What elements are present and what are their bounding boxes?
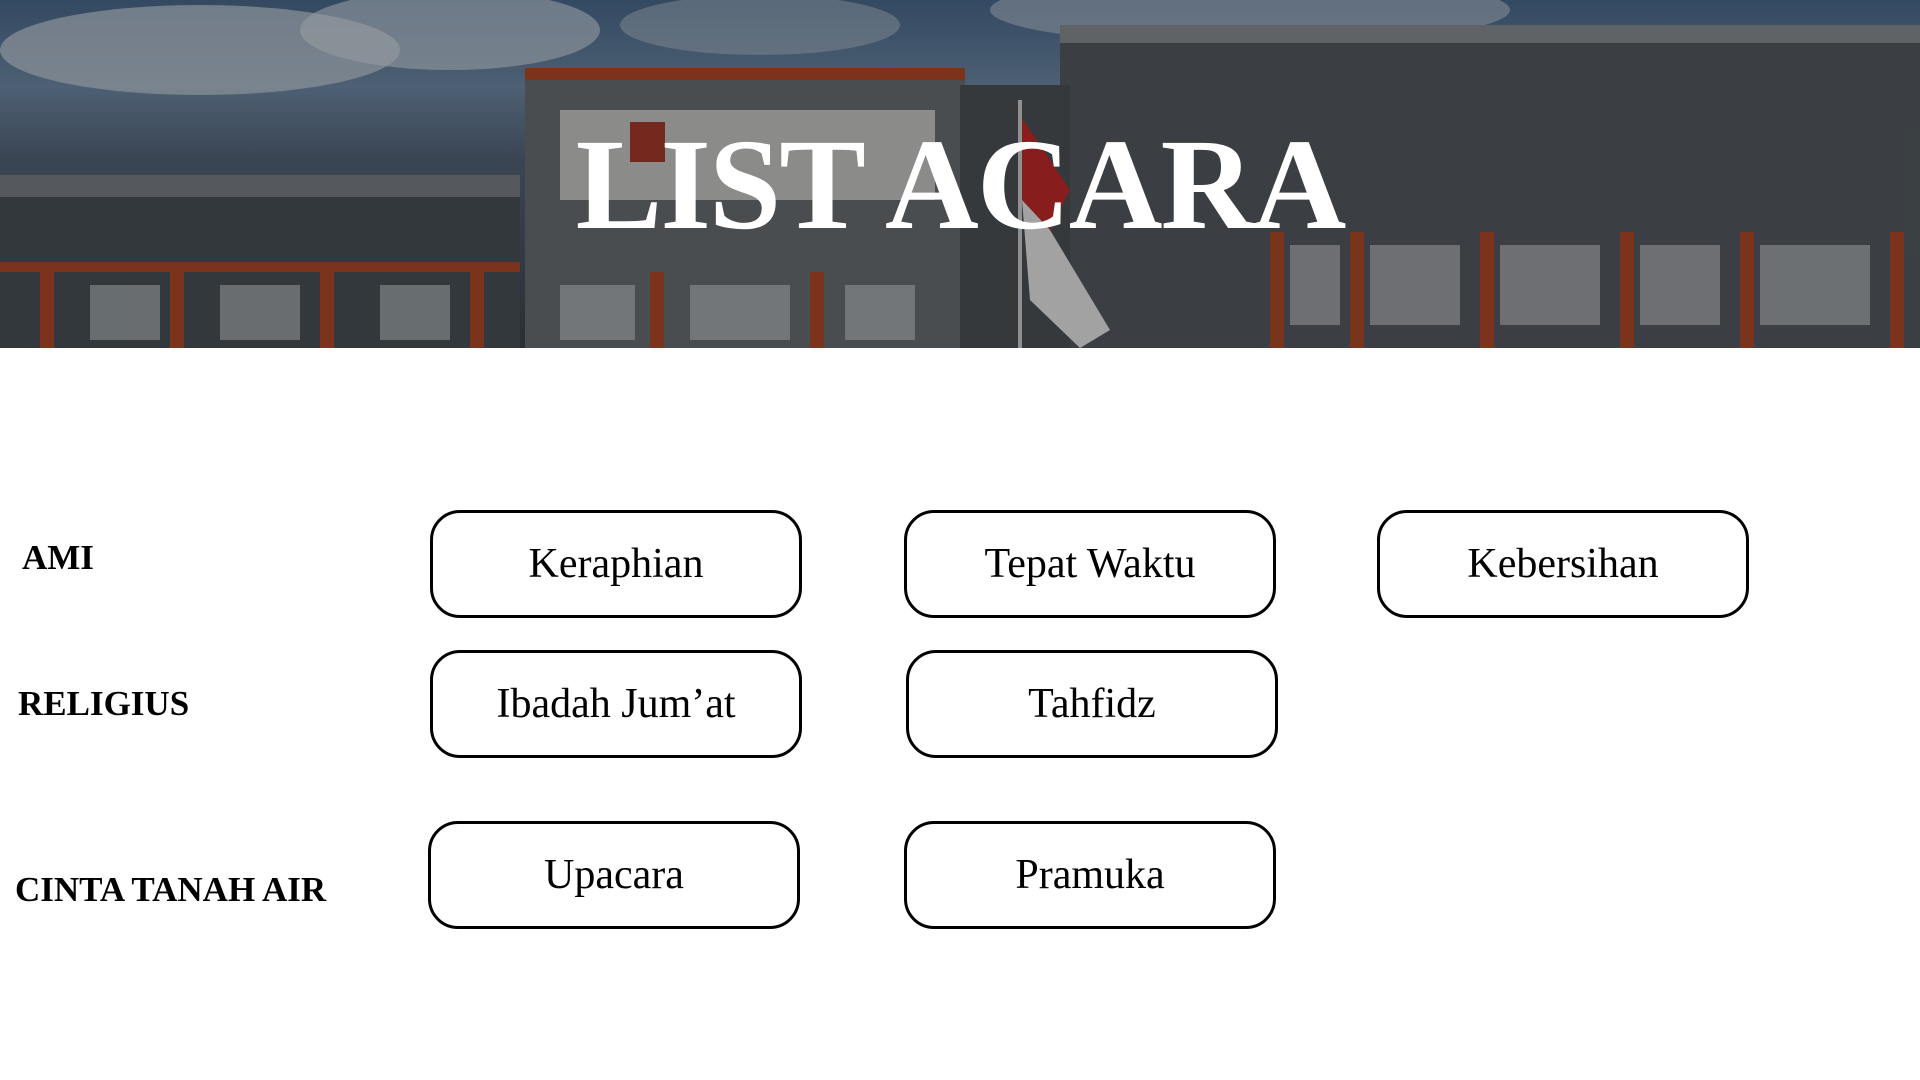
category-label-ami: AMI [22,538,94,577]
event-button-upacara[interactable]: Upacara [428,821,800,929]
event-button-kebersihan[interactable]: Kebersihan [1377,510,1749,618]
category-label-religius: RELIGIUS [18,684,190,723]
event-button-pramuka[interactable]: Pramuka [904,821,1276,929]
category-label-cinta-tanah-air: CINTA TANAH AIR [15,870,327,909]
header-banner: LIST ACARA [0,0,1920,348]
event-button-ibadah-jumat[interactable]: Ibadah Jum’at [430,650,802,758]
event-button-tahfidz[interactable]: Tahfidz [906,650,1278,758]
event-button-tepat-waktu[interactable]: Tepat Waktu [904,510,1276,618]
page-title: LIST ACARA [575,113,1347,257]
event-button-keraphian[interactable]: Keraphian [430,510,802,618]
